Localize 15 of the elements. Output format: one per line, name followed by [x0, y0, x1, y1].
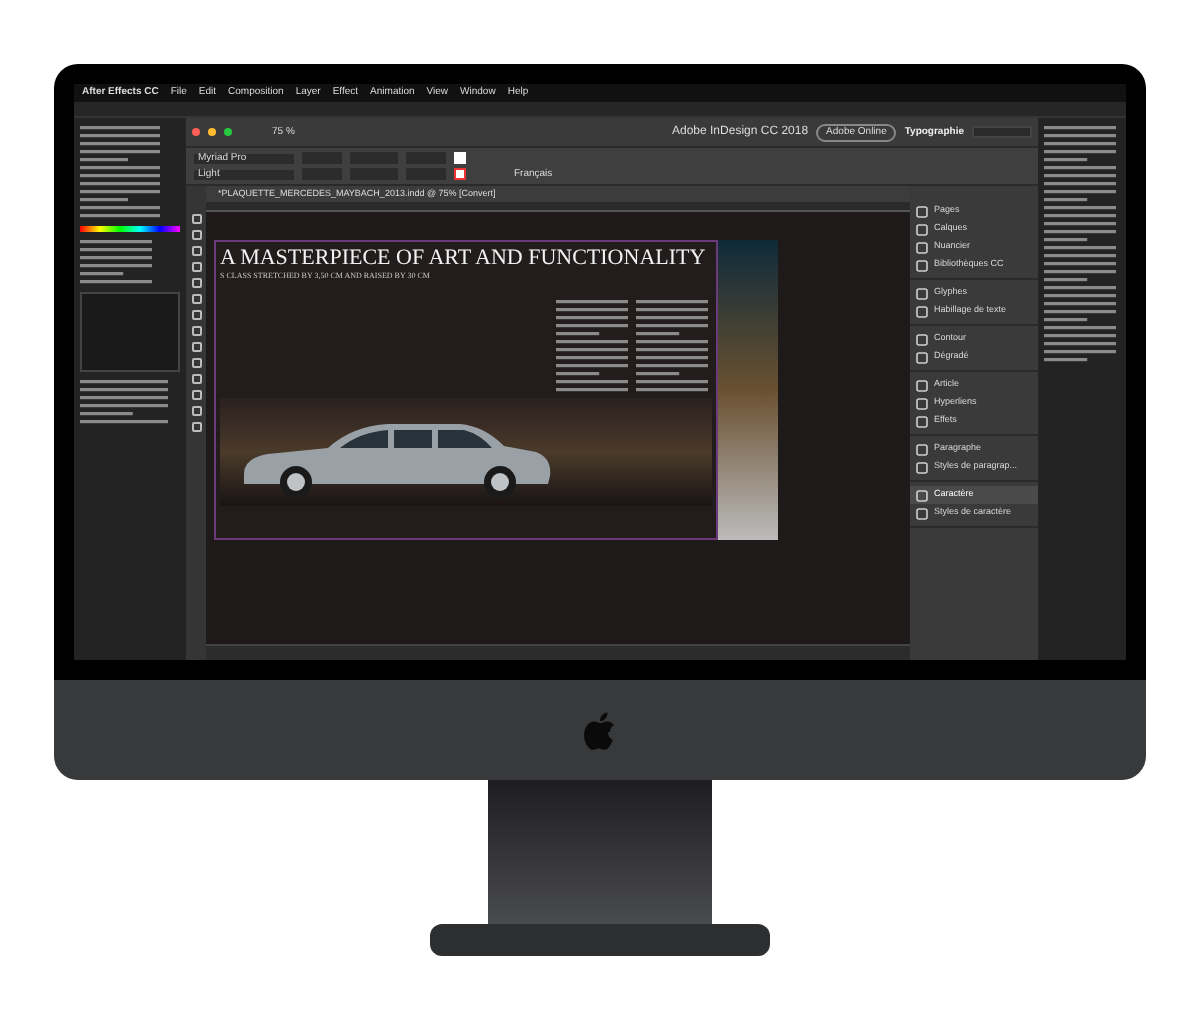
layer-list-drawing — [80, 378, 168, 426]
body-text-drawing — [556, 298, 628, 394]
page-heading: A MASTERPIECE OF ART AND FUNCTIONALITY — [220, 246, 708, 270]
stroke-swatch[interactable] — [454, 168, 466, 180]
body-text-drawing — [636, 298, 708, 394]
apple-logo-icon — [584, 711, 616, 749]
close-icon[interactable] — [192, 128, 200, 136]
color-spectrum-bar — [80, 226, 180, 232]
fill-swatch[interactable] — [454, 152, 466, 164]
property-list-drawing — [80, 238, 152, 286]
property-list-drawing — [80, 124, 160, 220]
zoom-icon[interactable] — [224, 128, 232, 136]
graph-grid — [80, 292, 180, 372]
search-field[interactable] — [972, 126, 1032, 138]
minimize-icon[interactable] — [208, 128, 216, 136]
